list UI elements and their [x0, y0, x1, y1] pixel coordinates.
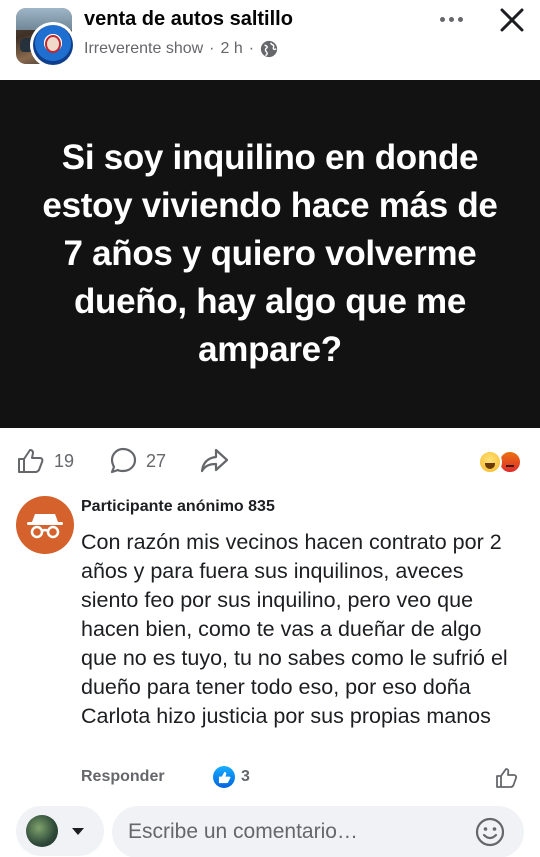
comment-bubble-icon — [110, 447, 137, 474]
post-meta: Irreverente show · 2 h · — [84, 40, 278, 58]
post-header: venta de autos saltillo Irreverente show… — [0, 0, 540, 80]
post-image[interactable]: Si soy inquilino en donde estoy viviendo… — [0, 80, 540, 428]
more-dot — [457, 16, 463, 22]
thumbs-up-icon — [18, 449, 44, 473]
reaction-summary[interactable] — [478, 450, 524, 474]
post-time[interactable]: 2 h — [221, 40, 243, 58]
meta-separator: · — [209, 40, 215, 57]
incognito-icon — [27, 514, 63, 539]
comment-author[interactable]: Participante anónimo 835 — [81, 498, 275, 516]
haha-reaction-icon — [478, 450, 502, 474]
close-icon[interactable] — [498, 6, 526, 34]
comment-actions: Responder 3 — [81, 766, 521, 792]
comment-like-count: 3 — [241, 768, 250, 785]
more-dot — [448, 16, 454, 22]
comment-like-summary[interactable]: 3 — [213, 766, 250, 788]
author-avatar[interactable] — [30, 22, 76, 68]
share-button[interactable] — [198, 446, 230, 476]
more-dot — [439, 16, 445, 22]
thumbs-up-fill-icon — [218, 771, 230, 783]
profile-switcher[interactable] — [16, 806, 104, 856]
comment-count: 27 — [146, 450, 167, 471]
meta-separator-2: · — [248, 40, 255, 57]
more-options-icon[interactable] — [436, 6, 466, 32]
author-avatar-face — [45, 35, 61, 53]
comment-composer: Escribe un comentario… — [0, 804, 540, 857]
globe-icon — [260, 40, 278, 58]
group-name[interactable]: venta de autos saltillo — [84, 8, 293, 31]
comment-like-icon[interactable] — [495, 766, 519, 790]
reply-button[interactable]: Responder — [81, 768, 165, 786]
author-avatar-image — [33, 25, 73, 65]
comment-text: Con razón mis vecinos hacen contrato por… — [81, 530, 508, 728]
anonymous-avatar[interactable] — [16, 496, 74, 554]
chevron-down-icon — [72, 827, 84, 835]
reaction-bar: 19 27 — [0, 438, 540, 484]
comment-button[interactable]: 27 — [108, 446, 166, 476]
like-count: 19 — [54, 450, 75, 471]
share-arrow-icon — [200, 448, 229, 473]
comment-input[interactable]: Escribe un comentario… — [112, 806, 524, 857]
my-avatar — [26, 815, 58, 847]
post-text: Si soy inquilino en donde estoy viviendo… — [42, 138, 498, 369]
like-button[interactable]: 19 — [16, 446, 74, 476]
author-name[interactable]: Irreverente show — [84, 40, 203, 58]
emoji-icon[interactable] — [474, 816, 506, 848]
like-badge-icon — [213, 766, 235, 788]
